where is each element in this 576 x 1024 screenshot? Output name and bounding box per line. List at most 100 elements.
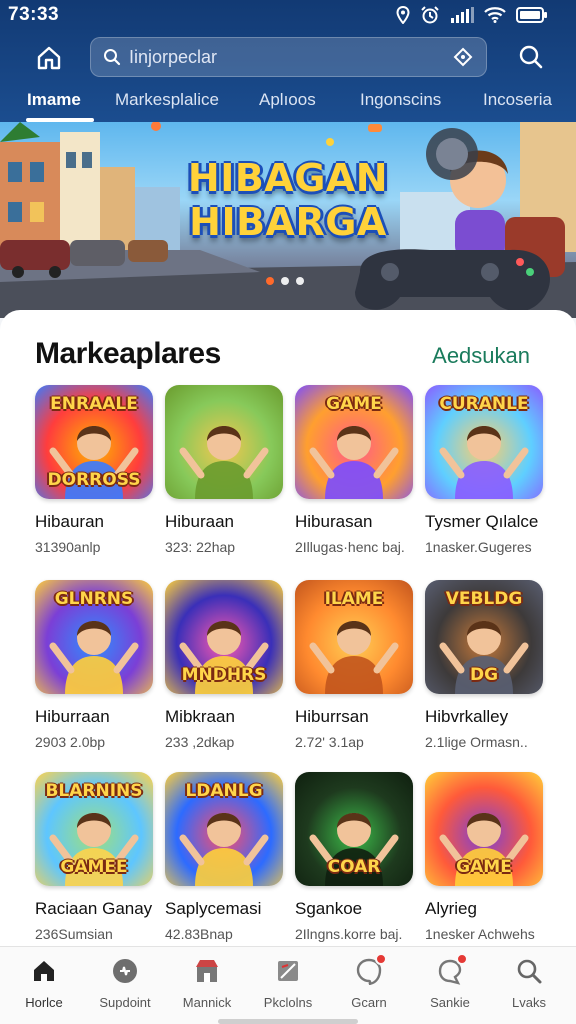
- thumbnail-title: GLNRNS: [54, 589, 134, 609]
- banner-pagination: [266, 277, 304, 285]
- banner-dot[interactable]: [266, 277, 274, 285]
- content-sheet: Markeaplares Aedsukan ENRAALE DORROSS Hiba…: [0, 310, 576, 950]
- nav-game[interactable]: Gcarn: [329, 953, 409, 1010]
- search-bar[interactable]: [90, 37, 487, 77]
- nav-label: Sankie: [430, 995, 470, 1010]
- nav-share[interactable]: Sankie: [410, 953, 490, 1010]
- bottom-navigation: Horlce Supdoint Mannick Pkclolns Gcarn S…: [0, 946, 576, 1024]
- category-tabs: Imame Markesplalice Aplıoos Ingonscins I…: [0, 84, 576, 122]
- notification-badge: [456, 953, 468, 965]
- game-card[interactable]: Hiburaan 323: 22hap: [165, 385, 295, 555]
- thumbnail-title: VEBLDG: [445, 589, 523, 609]
- game-meta: 2Illugas·henc baj.: [295, 539, 405, 555]
- game-thumbnail[interactable]: ILAME: [295, 580, 413, 694]
- game-grid: ENRAALE DORROSS Hibauran 31390anlp Hiburaan 3…: [0, 310, 576, 950]
- game-card[interactable]: ILAME Hiburrsan 2.72' 3.1ap: [295, 580, 425, 750]
- thumbnail-title: ENRAALE: [50, 394, 138, 414]
- banner-dot[interactable]: [296, 277, 304, 285]
- game-meta: 42.83Bnap: [165, 926, 233, 942]
- support-icon: [111, 957, 139, 985]
- game-thumbnail[interactable]: COAR: [295, 772, 413, 886]
- game-icon: [355, 953, 387, 986]
- game-card[interactable]: CURANLE Tysmer Qılalce 1nasker.Gugeres: [425, 385, 555, 555]
- game-card[interactable]: ENRAALE DORROSS Hibauran 31390anlp: [35, 385, 165, 555]
- game-title: Sgankoе: [295, 899, 363, 918]
- game-meta: 2903 2.0bp: [35, 734, 106, 750]
- search-row: [0, 36, 576, 78]
- search-button[interactable]: [515, 41, 547, 73]
- game-thumbnail[interactable]: GAME: [425, 772, 543, 886]
- banner-dot[interactable]: [281, 277, 289, 285]
- game-card[interactable]: GLNRNS Hiburraan 2903 2.0bp: [35, 580, 165, 750]
- home-icon: [30, 957, 58, 985]
- thumbnail-subtitle: MNDHRS: [181, 665, 267, 685]
- game-meta: 1nasker.Gugeres: [425, 539, 532, 555]
- thumbnail-subtitle: COAR: [327, 857, 381, 877]
- nav-support[interactable]: Supdoint: [85, 957, 165, 1010]
- nav-label: Supdoint: [99, 995, 151, 1010]
- thumbnail-title: LDANLG: [185, 781, 263, 801]
- game-meta: 2.72' 3.1ap: [295, 734, 364, 750]
- location-icon: [396, 6, 410, 24]
- game-card[interactable]: COAR Sgankoе 2Ilngns.korre baj.: [295, 772, 425, 942]
- game-card[interactable]: LDANLG Saplycemasi 42.83Bnap: [165, 772, 295, 942]
- nav-store[interactable]: Mannick: [167, 957, 247, 1010]
- game-title: Hiburraan: [35, 707, 110, 726]
- game-title: Tysmer Qılalce: [425, 512, 539, 531]
- tab-ingonscins[interactable]: Ingonscins: [360, 90, 441, 110]
- game-meta: 2.1lige Ormasn..: [425, 734, 528, 750]
- tab-imame[interactable]: Imame: [27, 90, 81, 110]
- game-meta: 233 ,2dkap: [165, 734, 235, 750]
- game-thumbnail[interactable]: VEBLDG DG: [425, 580, 543, 694]
- thumbnail-subtitle: GAMEE: [60, 857, 128, 877]
- game-title: Hiburaan: [165, 512, 234, 531]
- nav-search[interactable]: Lvaks: [489, 957, 569, 1010]
- game-title: Hiburasan: [295, 512, 373, 531]
- game-thumbnail[interactable]: ENRAALE DORROSS: [35, 385, 153, 499]
- game-card[interactable]: GAME Hiburasan 2Illugas·henc baj.: [295, 385, 425, 555]
- thumbnail-title: GAME: [326, 394, 382, 414]
- home-icon: [37, 46, 61, 70]
- game-card[interactable]: GAME Alyrieg 1nesker Achwehs: [425, 772, 555, 942]
- tab-apps[interactable]: Aplıoos: [259, 90, 316, 110]
- game-meta: 323: 22hap: [165, 539, 236, 555]
- featured-banner[interactable]: HIBAGAN HIBARGA: [0, 122, 576, 318]
- game-title: Hibauran: [35, 512, 104, 531]
- tab-incoseria[interactable]: Incoseria: [483, 90, 552, 110]
- battery-icon: [516, 7, 547, 23]
- home-button[interactable]: [33, 42, 65, 74]
- game-thumbnail[interactable]: GAME: [295, 385, 413, 499]
- game-title: Saplycemasi: [165, 899, 262, 918]
- game-meta: 1nesker Achwehs: [425, 926, 535, 942]
- character-art: [179, 426, 269, 499]
- nav-label: Pkclolns: [263, 995, 313, 1010]
- game-thumbnail[interactable]: MNDHRS: [165, 580, 283, 694]
- home-indicator: [218, 1019, 358, 1024]
- game-thumbnail[interactable]: BLARNINS GAMEE: [35, 772, 153, 886]
- game-title: Hiburrsan: [295, 707, 369, 726]
- game-title: Alyrieg: [425, 899, 477, 918]
- thumbnail-subtitle: DORROSS: [47, 470, 141, 490]
- wifi-icon: [484, 7, 506, 23]
- game-thumbnail[interactable]: GLNRNS: [35, 580, 153, 694]
- thumbnail-title: BLARNINS: [45, 781, 143, 801]
- banner-title-line2: HIBARGA: [189, 200, 387, 244]
- tag-icon[interactable]: [452, 46, 474, 68]
- store-icon: [193, 957, 221, 985]
- search-input[interactable]: [129, 46, 452, 68]
- banner-title-line1: HIBAGAN: [187, 156, 389, 200]
- nav-label: Gcarn: [351, 995, 387, 1010]
- banner-title: HIBAGAN HIBARGA: [178, 156, 398, 244]
- tab-marketplace[interactable]: Markesplalice: [115, 90, 219, 110]
- nav-tags[interactable]: Pkclolns: [248, 957, 328, 1010]
- nav-home[interactable]: Horlce: [4, 957, 84, 1010]
- game-thumbnail[interactable]: LDANLG: [165, 772, 283, 886]
- game-thumbnail[interactable]: [165, 385, 283, 499]
- status-bar: 73:33: [0, 0, 576, 30]
- game-card[interactable]: MNDHRS Mibkraan 233 ,2dkap: [165, 580, 295, 750]
- thumbnail-subtitle: DG: [469, 665, 499, 685]
- thumbnail-subtitle: GAME: [456, 857, 512, 877]
- game-card[interactable]: BLARNINS GAMEE Raciaan Ganay 236Sumsian: [35, 772, 165, 942]
- game-card[interactable]: VEBLDG DG Hibvrkalley 2.1lige Ormasn..: [425, 580, 555, 750]
- game-thumbnail[interactable]: CURANLE: [425, 385, 543, 499]
